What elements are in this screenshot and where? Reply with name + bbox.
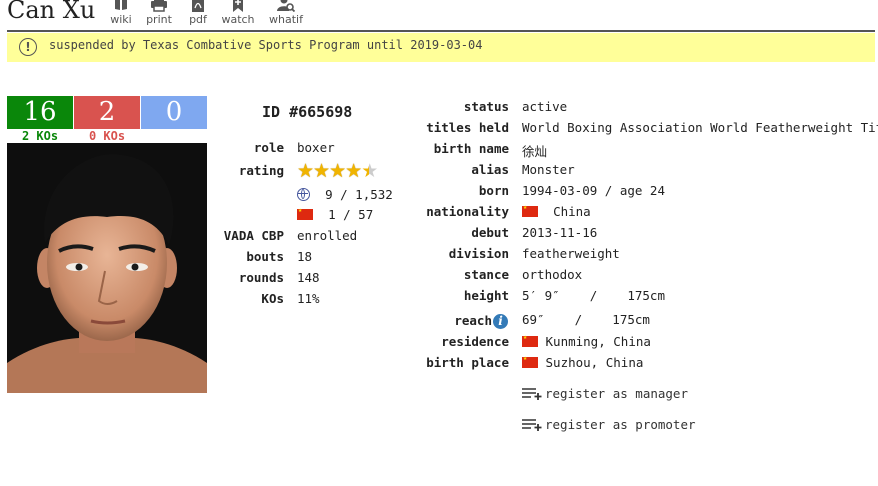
debut-value: 2013-11-16	[522, 225, 598, 240]
alias-label: alias	[471, 162, 509, 177]
suspension-banner: ! suspended by Texas Combative Sports Pr…	[7, 33, 875, 62]
division-value[interactable]: featherweight	[522, 246, 620, 261]
register-manager-link[interactable]: register as manager	[522, 386, 688, 403]
titles-label: titles held	[426, 120, 509, 135]
user-search-icon	[266, 0, 306, 12]
height-value: 5′ 9″ / 175cm	[522, 288, 665, 303]
pdf-label: pdf	[189, 13, 207, 26]
watch-button[interactable]: watch	[218, 0, 258, 26]
china-flag-icon	[522, 333, 538, 347]
boxer-name: Can Xu	[7, 0, 96, 24]
half-star-icon: ★	[361, 160, 378, 182]
pdf-button[interactable]: pdf	[178, 0, 218, 26]
stance-value: orthodox	[522, 267, 583, 282]
register-promoter-link[interactable]: register as promoter	[522, 417, 696, 434]
height-label: height	[463, 288, 509, 303]
wins-count: 16	[7, 96, 73, 129]
bouts-value: 18	[297, 249, 313, 264]
nationality-value: China	[522, 203, 591, 219]
role-value: boxer	[297, 140, 335, 155]
printer-icon	[139, 0, 179, 12]
bouts-label: bouts	[246, 249, 284, 264]
birthplace-text: Suzhou, China	[545, 355, 644, 370]
country-rank[interactable]: 1 / 57	[297, 206, 374, 222]
globe-icon	[297, 188, 310, 201]
wins-ko: 2 KOs	[21, 129, 59, 143]
bookmark-plus-icon	[218, 0, 258, 12]
wiki-label: wiki	[110, 13, 132, 26]
rating-label: rating	[238, 163, 284, 178]
register-manager-label: register as manager	[545, 386, 688, 401]
print-label: print	[146, 13, 172, 26]
star-icon: ★	[345, 160, 362, 182]
draws-count: 0	[141, 96, 207, 129]
reach-info-button[interactable]: i	[493, 310, 508, 329]
list-add-icon	[522, 387, 544, 403]
star-icon: ★	[313, 160, 330, 182]
watch-label: watch	[221, 13, 255, 26]
info-icon: i	[493, 314, 508, 329]
suspension-text: suspended by Texas Combative Sports Prog…	[49, 38, 483, 52]
nationality-label: nationality	[426, 204, 509, 219]
alias-value: Monster	[522, 162, 575, 177]
debut-label: debut	[471, 225, 509, 240]
nationality-text: China	[553, 204, 591, 219]
pdf-icon	[178, 0, 218, 12]
birthname-value: 徐灿	[522, 144, 548, 159]
birthplace-label: birth place	[426, 355, 509, 370]
register-promoter-label: register as promoter	[545, 417, 696, 432]
titles-value[interactable]: World Boxing Association World Featherwe…	[522, 120, 878, 135]
boxer-id: ID #665698	[262, 103, 353, 121]
birthname-label: birth name	[433, 141, 509, 156]
losses-count: 2	[74, 96, 140, 129]
birthplace-value[interactable]: Suzhou, China	[522, 354, 644, 370]
star-icon: ★	[329, 160, 346, 182]
division-label: division	[448, 246, 509, 261]
reach-value: 69″ / 175cm	[522, 312, 650, 327]
star-icon: ★	[297, 160, 314, 182]
whatif-button[interactable]: whatif	[266, 0, 306, 26]
kos-label: KOs	[261, 291, 284, 306]
rounds-label: rounds	[238, 270, 284, 285]
exclamation-circle-icon: !	[19, 38, 37, 56]
whatif-label: whatif	[269, 13, 303, 26]
born-label: born	[478, 183, 509, 198]
list-add-icon	[522, 418, 544, 434]
kos-value: 11%	[297, 291, 320, 306]
header-divider	[7, 30, 875, 32]
vada-value: enrolled	[297, 228, 358, 243]
country-rank-value: 1 / 57	[328, 207, 374, 222]
residence-text: Kunming, China	[545, 334, 651, 349]
vada-label: VADA CBP	[223, 228, 284, 243]
china-flag-icon	[522, 354, 538, 368]
china-flag-icon	[297, 206, 313, 220]
print-button[interactable]: print	[139, 0, 179, 26]
status-value: active	[522, 99, 568, 114]
role-label: role	[253, 140, 284, 155]
status-label: status	[463, 99, 509, 114]
boxer-photo	[7, 143, 207, 393]
born-value: 1994-03-09 / age 24	[522, 183, 665, 198]
rounds-value: 148	[297, 270, 320, 285]
rating-stars: ★★★★★	[297, 159, 378, 182]
losses-ko: 0 KOs	[88, 129, 126, 143]
residence-label: residence	[441, 334, 509, 349]
wiki-button[interactable]: wiki	[101, 0, 141, 26]
residence-value[interactable]: Kunming, China	[522, 333, 651, 349]
book-icon	[101, 0, 141, 12]
china-flag-icon	[522, 203, 538, 217]
reach-label: reach	[454, 313, 492, 328]
world-rank[interactable]: 9 / 1,532	[297, 187, 393, 202]
stance-label: stance	[463, 267, 509, 282]
